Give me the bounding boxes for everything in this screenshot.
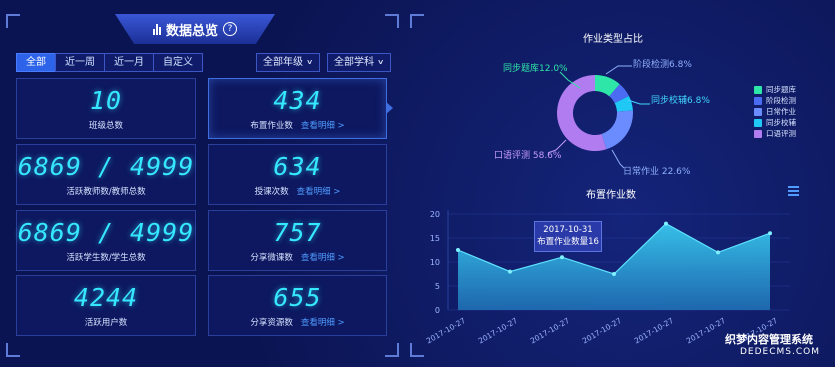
- y-tick-label: 20: [430, 210, 440, 219]
- x-tick-label: 2017-10-27: [633, 316, 675, 346]
- x-tick-label: 2017-10-27: [685, 316, 727, 346]
- x-tick-label: 2017-10-27: [581, 316, 623, 346]
- tooltip-date: 2017-10-31: [543, 225, 593, 235]
- data-point: [508, 269, 512, 274]
- x-tick-label: 2017-10-27: [425, 316, 467, 346]
- y-tick-label: 5: [435, 282, 440, 291]
- chart-tooltip: 2017-10-31 布置作业数量16: [534, 221, 602, 252]
- y-tick-label: 15: [430, 234, 440, 243]
- data-point: [768, 231, 772, 236]
- data-point: [664, 221, 668, 226]
- data-point: [560, 255, 564, 260]
- x-tick-label: 2017-10-27: [477, 316, 519, 346]
- y-tick-label: 10: [430, 258, 440, 267]
- watermark-domain: DEDECMS.COM: [740, 347, 820, 357]
- watermark-text: 织梦内容管理系统: [725, 333, 813, 346]
- y-tick-label: 0: [435, 306, 440, 315]
- area-series: [458, 223, 770, 310]
- x-tick-label: 2017-10-27: [529, 316, 571, 346]
- area-chart: 0 5 10 15 20 2017-10-27 2017-10-27 2017-10-27 20…: [425, 210, 790, 346]
- data-point: [612, 272, 616, 276]
- tooltip-value: 布置作业数量16: [537, 237, 599, 247]
- data-point: [716, 250, 720, 255]
- data-point: [456, 248, 460, 252]
